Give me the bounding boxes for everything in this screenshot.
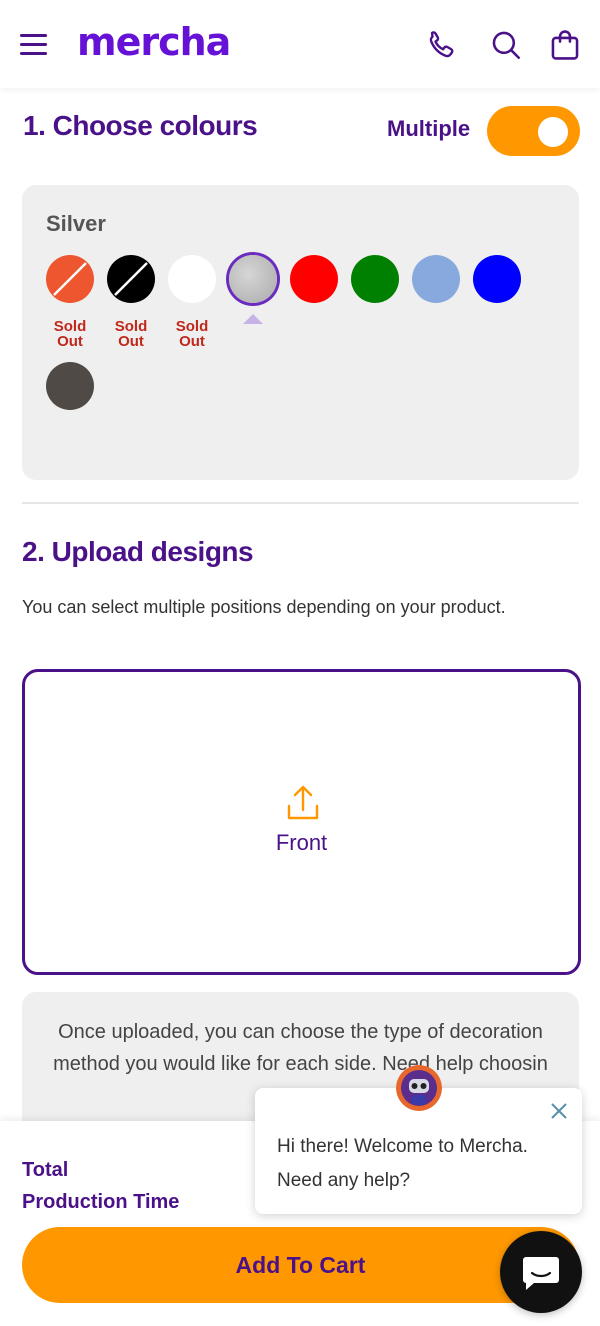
colour-swatch-light-blue[interactable]: [412, 255, 460, 303]
phone-icon[interactable]: [425, 28, 459, 62]
selected-swatch-indicator: [243, 314, 263, 324]
colour-swatch-green[interactable]: [351, 255, 399, 303]
chat-bubble-icon: [523, 1257, 559, 1290]
selected-colour-name: Silver: [46, 211, 106, 236]
total-label: Total: [22, 1159, 69, 1181]
shopping-bag-icon[interactable]: [548, 28, 582, 62]
multiple-toggle[interactable]: [487, 106, 580, 156]
production-time-label: Production Time: [22, 1191, 180, 1213]
chat-launcher-button[interactable]: [500, 1231, 582, 1313]
toggle-knob: [538, 117, 568, 147]
sold-out-label: Sold Out: [175, 318, 209, 350]
close-icon[interactable]: [548, 1100, 570, 1122]
upload-designs-heading: 2. Upload designs: [22, 536, 254, 567]
colour-swatch-silver[interactable]: [229, 255, 277, 303]
choose-colours-heading: 1. Choose colours: [23, 110, 258, 141]
upload-front-label: Front: [275, 830, 328, 855]
colour-swatch-red[interactable]: [290, 255, 338, 303]
sold-out-label: Sold Out: [114, 318, 148, 350]
multiple-label: Multiple: [387, 116, 471, 141]
hamburger-icon[interactable]: [20, 34, 48, 56]
site-header: mercha: [0, 0, 600, 88]
colour-swatch-sold-out[interactable]: [46, 255, 94, 303]
section-divider: [22, 502, 579, 504]
upload-front-dropzone[interactable]: Front: [22, 669, 581, 975]
colour-picker-panel: Silver Sold Out Sold Out Sold Out: [22, 185, 579, 480]
sold-out-label: Sold Out: [53, 318, 87, 350]
colour-swatch-blue[interactable]: [473, 255, 521, 303]
chat-message-line2: Need any help?: [277, 1170, 411, 1191]
mercha-logo[interactable]: mercha: [77, 20, 231, 64]
upload-icon: [287, 785, 319, 820]
search-icon[interactable]: [489, 28, 523, 62]
upload-description: You can select multiple positions depend…: [22, 597, 506, 617]
colour-swatch-sold-out[interactable]: [168, 255, 216, 303]
robot-avatar-icon: [396, 1065, 442, 1111]
add-to-cart-button[interactable]: Add To Cart: [22, 1227, 579, 1303]
colour-swatch-charcoal[interactable]: [46, 362, 94, 410]
colour-swatch-sold-out[interactable]: [107, 255, 155, 303]
chat-message: Hi there! Welcome to Mercha. Need any he…: [277, 1130, 528, 1198]
chat-message-line1: Hi there! Welcome to Mercha.: [277, 1136, 528, 1157]
decoration-info-text: Once uploaded, you can choose the type o…: [53, 1021, 548, 1075]
